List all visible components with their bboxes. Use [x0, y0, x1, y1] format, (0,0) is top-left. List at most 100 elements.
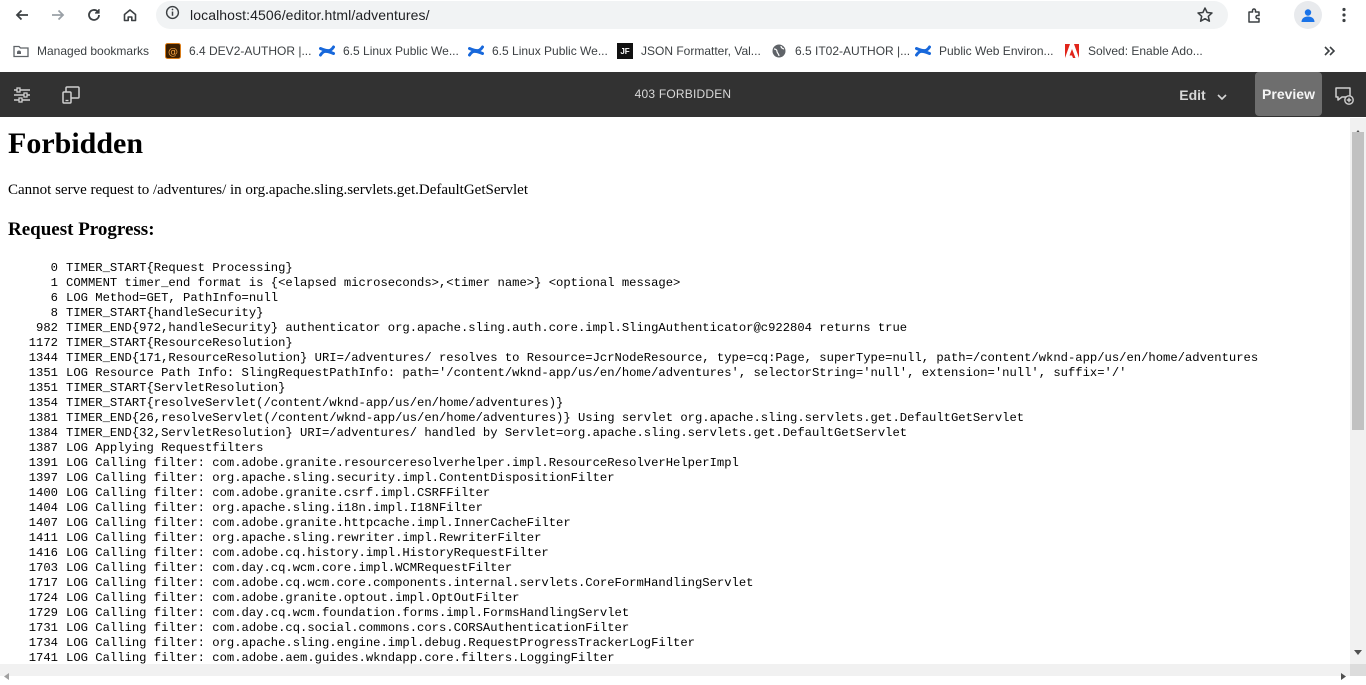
- bookmark-label: 6.5 Linux Public We...: [492, 44, 608, 58]
- log-message: LOG Method=GET, PathInfo=null: [66, 291, 279, 305]
- bookmark-json-formatter[interactable]: JF JSON Formatter, Val...: [610, 37, 768, 65]
- log-line: 1354 TIMER_START{resolveServlet(/content/…: [0, 396, 1258, 411]
- log-line: 0 TIMER_START{Request Processing}: [0, 261, 1258, 276]
- log-message: LOG Calling filter: org.apache.sling.i18…: [66, 501, 483, 515]
- log-timestamp: 6: [50, 291, 58, 305]
- log-timestamp: 1397: [28, 471, 58, 485]
- back-icon[interactable]: [8, 1, 36, 29]
- log-line: 1400 LOG Calling filter: com.adobe.granit…: [0, 486, 1258, 501]
- editor-page-title: 403 FORBIDDEN: [634, 87, 732, 101]
- log-line: 6 LOG Method=GET, PathInfo=null: [0, 291, 1258, 306]
- forward-icon[interactable]: [44, 1, 72, 29]
- error-message: Cannot serve request to /adventures/ in …: [8, 182, 528, 198]
- bookmark-solved-enable[interactable]: Solved: Enable Ado...: [1057, 37, 1210, 65]
- vertical-scrollbar[interactable]: [1350, 118, 1366, 664]
- log-line: 1416 LOG Calling filter: com.adobe.cq.his…: [0, 546, 1258, 561]
- log-line: 1717 LOG Calling filter: com.adobe.cq.wcm…: [0, 576, 1258, 591]
- log-timestamp: 1172: [28, 336, 58, 350]
- adobe-favicon: [1064, 43, 1080, 59]
- log-line: 1734 LOG Calling filter: org.apache.sling…: [0, 636, 1258, 651]
- log-line: 1724 LOG Calling filter: com.adobe.granit…: [0, 591, 1258, 606]
- log-line: 1 COMMENT timer_end format is {<elapsed m…: [0, 276, 1258, 291]
- log-timestamp: 1703: [28, 561, 58, 575]
- log-timestamp: 1384: [28, 426, 58, 440]
- bookmarks-bar: Managed bookmarks @ 6.4 DEV2-AUTHOR |...…: [0, 36, 1366, 66]
- log-line: 1351 TIMER_START{ServletResolution}: [0, 381, 1258, 396]
- bookmark-label: 6.5 Linux Public We...: [343, 44, 459, 58]
- log-message: LOG Resource Path Info: SlingRequestPath…: [66, 366, 1127, 380]
- extensions-icon[interactable]: [1241, 1, 1269, 29]
- scroll-right-icon[interactable]: [1341, 667, 1346, 685]
- log-timestamp: 1411: [28, 531, 58, 545]
- log-line: 1397 LOG Calling filter: org.apache.sling…: [0, 471, 1258, 486]
- scroll-left-icon[interactable]: [4, 667, 9, 685]
- log-timestamp: 1400: [28, 486, 58, 500]
- log-timestamp: 1724: [28, 591, 58, 605]
- bookmark-public-web[interactable]: Public Web Environ...: [908, 37, 1061, 65]
- log-message: TIMER_START{ServletResolution}: [66, 381, 286, 395]
- log-message: TIMER_END{32,ServletResolution} URI=/adv…: [66, 426, 908, 440]
- reload-icon[interactable]: [80, 1, 108, 29]
- url-text[interactable]: localhost:4506/editor.html/adventures/: [190, 7, 430, 23]
- log-timestamp: 1741: [28, 651, 58, 664]
- horizontal-scrollbar[interactable]: [0, 664, 1350, 680]
- jf-favicon: JF: [617, 43, 633, 59]
- chevron-down-icon: [1217, 87, 1227, 103]
- log-line: 1407 LOG Calling filter: com.adobe.granit…: [0, 516, 1258, 531]
- browser-toolbar: localhost:4506/editor.html/adventures/: [0, 0, 1366, 30]
- editor-header: 403 FORBIDDEN Edit: [0, 72, 1366, 117]
- log-line: 1172 TIMER_START{ResourceResolution}: [0, 336, 1258, 351]
- log-line: 1731 LOG Calling filter: com.adobe.cq.soc…: [0, 621, 1258, 636]
- confluence-favicon: [319, 43, 335, 59]
- site-info-icon[interactable]: [165, 5, 180, 25]
- bookmark-it02-author[interactable]: 6.5 IT02-AUTHOR |...: [764, 37, 917, 65]
- preview-button[interactable]: Preview: [1255, 72, 1322, 116]
- folder-icon: [13, 43, 29, 59]
- log-timestamp: 8: [50, 306, 58, 320]
- profile-icon[interactable]: [1294, 1, 1322, 29]
- log-message: LOG Calling filter: org.apache.sling.sec…: [66, 471, 615, 485]
- chevron-double-right-icon[interactable]: [1316, 37, 1344, 65]
- confluence-favicon: [915, 43, 931, 59]
- log-message: TIMER_START{resolveServlet(/content/wknd…: [66, 396, 564, 410]
- log-message: LOG Calling filter: com.day.cq.wcm.core.…: [66, 561, 513, 575]
- log-timestamp: 1404: [28, 501, 58, 515]
- log-message: LOG Calling filter: com.adobe.granite.op…: [66, 591, 520, 605]
- log-message: LOG Calling filter: com.day.cq.wcm.found…: [66, 606, 630, 620]
- bookmark-managed[interactable]: Managed bookmarks: [6, 37, 156, 65]
- log-message: LOG Calling filter: com.adobe.cq.wcm.cor…: [66, 576, 754, 590]
- bookmark-star-icon[interactable]: [1196, 6, 1214, 29]
- home-icon[interactable]: [116, 1, 144, 29]
- log-line: 8 TIMER_START{handleSecurity}: [0, 306, 1258, 321]
- log-line: 1344 TIMER_END{171,ResourceResolution} UR…: [0, 351, 1258, 366]
- log-message: LOG Calling filter: com.adobe.granite.ht…: [66, 516, 571, 530]
- address-bar[interactable]: localhost:4506/editor.html/adventures/: [156, 1, 1228, 29]
- page-heading: Forbidden: [8, 127, 144, 160]
- bookmark-dev2-author[interactable]: @ 6.4 DEV2-AUTHOR |...: [158, 37, 318, 65]
- scrollbar-thumb[interactable]: [1352, 132, 1364, 430]
- annotate-icon[interactable]: [1331, 72, 1357, 117]
- log-message: COMMENT timer_end format is {<elapsed mi…: [66, 276, 681, 290]
- log-line: 1729 LOG Calling filter: com.day.cq.wcm.f…: [0, 606, 1258, 621]
- log-timestamp: 1351: [28, 366, 58, 380]
- log-line: 1387 LOG Applying Requestfilters: [0, 441, 1258, 456]
- log-message: TIMER_START{Request Processing}: [66, 261, 293, 275]
- log-timestamp: 1407: [28, 516, 58, 530]
- log-timestamp: 1354: [28, 396, 58, 410]
- log-timestamp: 1387: [28, 441, 58, 455]
- bookmark-label: Solved: Enable Ado...: [1088, 44, 1203, 58]
- log-message: LOG Calling filter: com.adobe.aem.guides…: [66, 651, 615, 664]
- mode-selector[interactable]: Edit: [1166, 72, 1240, 117]
- log-timestamp: 1351: [28, 381, 58, 395]
- log-timestamp: 0: [50, 261, 58, 275]
- bookmark-linux-public-2[interactable]: 6.5 Linux Public We...: [461, 37, 615, 65]
- globe-favicon: [771, 43, 787, 59]
- log-timestamp: 1717: [28, 576, 58, 590]
- log-timestamp: 1: [50, 276, 58, 290]
- scroll-down-icon[interactable]: [1354, 642, 1362, 660]
- browser-menu-icon[interactable]: [1330, 1, 1358, 29]
- log-line: 1381 TIMER_END{26,resolveServlet(/content…: [0, 411, 1258, 426]
- log-line: 1703 LOG Calling filter: com.day.cq.wcm.c…: [0, 561, 1258, 576]
- log-line: 1391 LOG Calling filter: com.adobe.granit…: [0, 456, 1258, 471]
- bookmark-linux-public-1[interactable]: 6.5 Linux Public We...: [312, 37, 466, 65]
